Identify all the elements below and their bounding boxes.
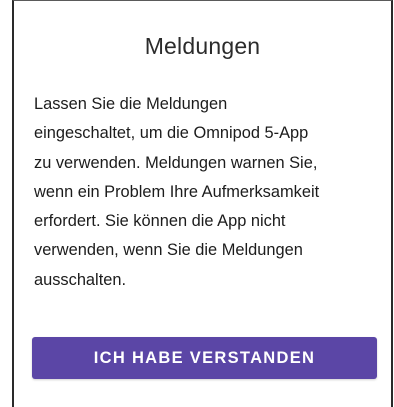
dialog-message-line: Lassen Sie die Meldungen <box>34 95 228 113</box>
dialog-message-line: erfordert. Sie können die App nicht <box>34 212 286 231</box>
dialog-message-line: eingeschaltet, um die Omnipod 5-App <box>34 124 309 143</box>
dialog-title: Meldungen <box>144 33 261 59</box>
notifications-dialog: Meldungen Lassen Sie die Meldungen einge… <box>12 0 393 407</box>
dialog-message-line: verwenden, wenn Sie die Meldungen <box>34 241 303 260</box>
dialog-message-line: zu verwenden. Meldungen warnen Sie, <box>34 153 318 172</box>
acknowledge-button[interactable]: ICH HABE VERSTANDEN <box>32 337 377 379</box>
dialog-message: Lassen Sie die Meldungen eingeschaltet, … <box>34 90 375 295</box>
dialog-message-line: wenn ein Problem Ihre Aufmerksamkeit <box>34 182 320 201</box>
dialog-message-line: ausschalten. <box>34 270 127 289</box>
